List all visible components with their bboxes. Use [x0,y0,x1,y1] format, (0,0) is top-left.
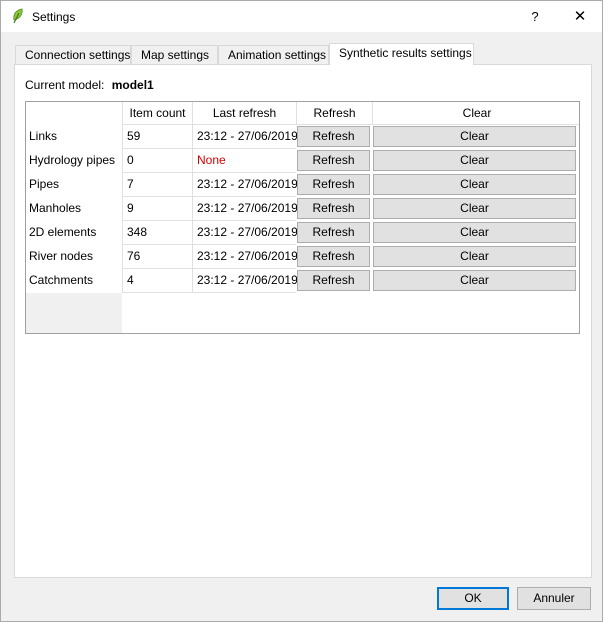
window-title: Settings [32,10,76,24]
clear-button[interactable]: Clear [373,222,576,243]
last-refresh-cell: 23:12 - 27/06/2019 [192,125,298,149]
column-header-item-count[interactable]: Item count [122,102,192,125]
synthetic-results-pane: Current model: model1 Item count Last re… [14,64,592,578]
clear-button[interactable]: Clear [373,246,576,267]
row-header-empty-area [26,293,122,333]
last-refresh-cell: 23:12 - 27/06/2019 [192,221,298,245]
item-count-cell: 0 [122,149,192,173]
tab-animation-settings[interactable]: Animation settings [218,45,329,65]
title-bar[interactable]: Settings ? ✕ [1,1,602,32]
item-count-cell: 9 [122,197,192,221]
close-icon[interactable]: ✕ [566,5,594,29]
row-header-pipes[interactable]: Pipes [26,173,122,197]
last-refresh-cell: None [192,149,296,173]
item-count-cell: 4 [122,269,192,293]
last-refresh-cell: 23:12 - 27/06/2019 [192,245,298,269]
settings-dialog: Settings ? ✕ Connection settings Map set… [0,0,603,622]
cancel-button[interactable]: Annuler [517,587,591,610]
column-header-refresh[interactable]: Refresh [296,102,372,125]
refresh-button[interactable]: Refresh [297,222,370,243]
clear-button[interactable]: Clear [373,126,576,147]
tab-map-settings[interactable]: Map settings [131,45,218,65]
clear-button[interactable]: Clear [373,198,576,219]
item-count-cell: 59 [122,125,192,149]
item-count-cell: 76 [122,245,192,269]
clear-button[interactable]: Clear [373,270,576,291]
refresh-button[interactable]: Refresh [297,174,370,195]
last-refresh-cell: 23:12 - 27/06/2019 [192,197,298,221]
row-header-links[interactable]: Links [26,125,122,149]
row-header-hydrology-pipes[interactable]: Hydrology pipes [26,149,122,173]
help-button[interactable]: ? [522,5,548,29]
table-corner [26,102,122,125]
app-leaf-icon [11,8,25,24]
current-model-label: Current model: [25,78,105,92]
current-model: Current model: model1 [25,78,154,92]
row-header-manholes[interactable]: Manholes [26,197,122,221]
row-header-2d-elements[interactable]: 2D elements [26,221,122,245]
column-header-clear[interactable]: Clear [372,102,579,125]
refresh-button[interactable]: Refresh [297,246,370,267]
row-header-river-nodes[interactable]: River nodes [26,245,122,269]
refresh-button[interactable]: Refresh [297,126,370,147]
current-model-value: model1 [111,78,154,92]
clear-button[interactable]: Clear [373,174,576,195]
ok-button[interactable]: OK [437,587,509,610]
tab-synthetic-results-settings[interactable]: Synthetic results settings [329,43,474,65]
refresh-button[interactable]: Refresh [297,198,370,219]
last-refresh-cell: 23:12 - 27/06/2019 [192,173,298,197]
row-header-catchments[interactable]: Catchments [26,269,122,293]
item-count-cell: 348 [122,221,192,245]
last-refresh-cell: 23:12 - 27/06/2019 [192,269,298,293]
item-count-cell: 7 [122,173,192,197]
tab-connection-settings[interactable]: Connection settings [15,45,131,65]
column-header-last-refresh[interactable]: Last refresh [192,102,296,125]
clear-button[interactable]: Clear [373,150,576,171]
refresh-button[interactable]: Refresh [297,150,370,171]
results-table: Item count Last refresh Refresh Clear Li… [25,101,580,334]
refresh-button[interactable]: Refresh [297,270,370,291]
